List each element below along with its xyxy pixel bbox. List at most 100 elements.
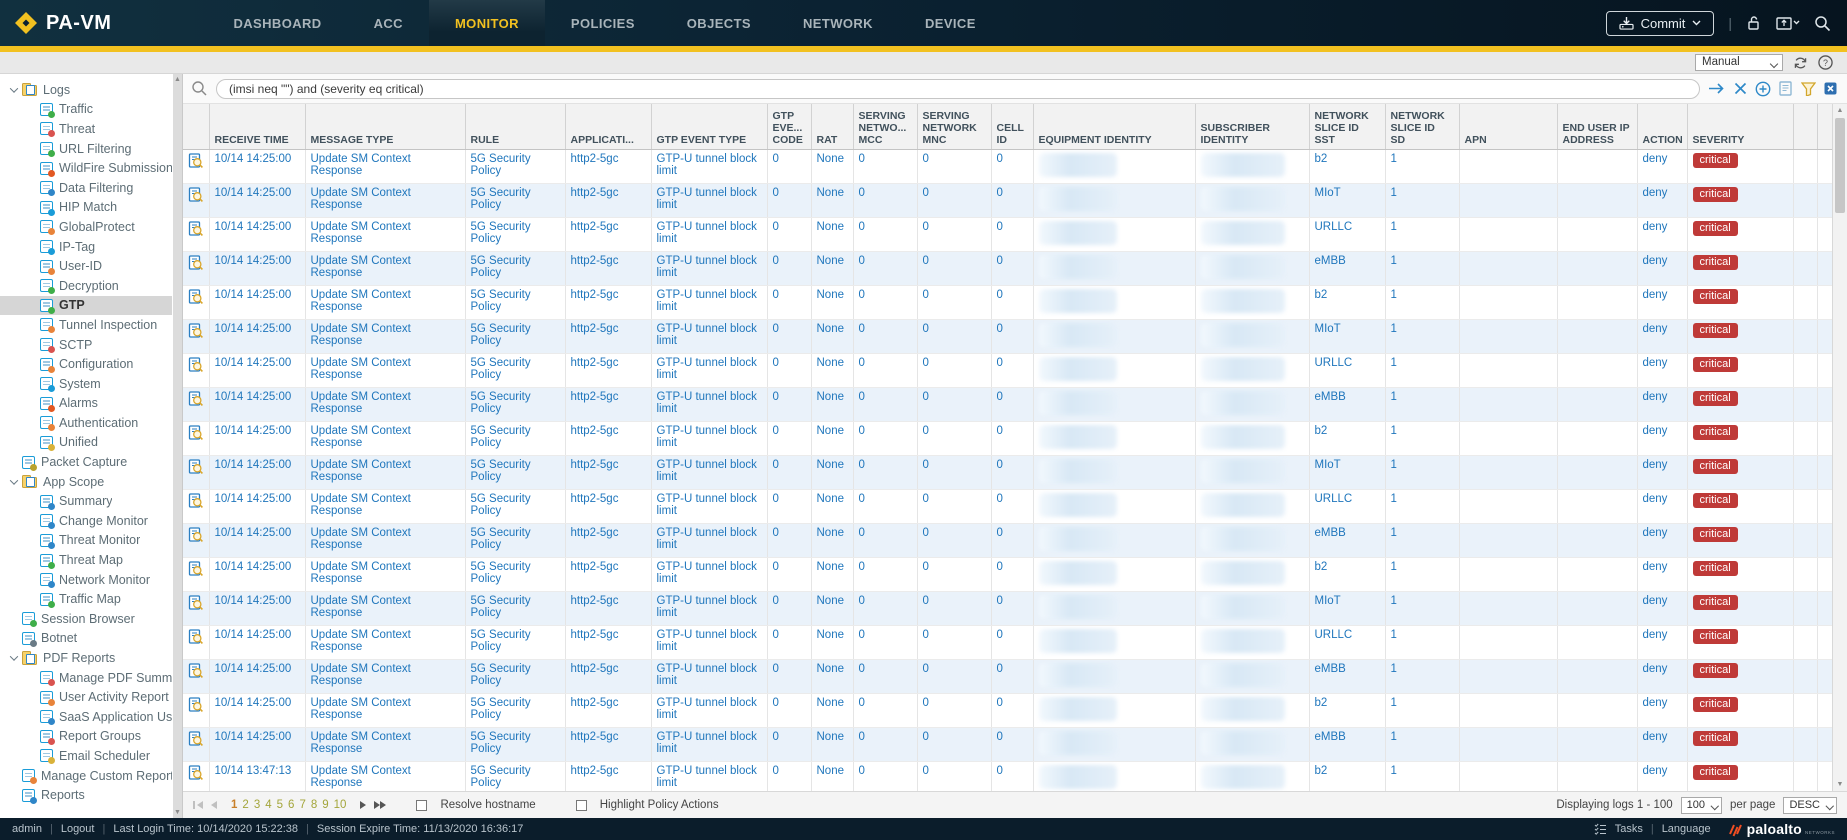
tree-caret-icon[interactable] [6, 655, 22, 661]
refresh-mode-select[interactable]: Manual [1695, 54, 1783, 71]
cell-action[interactable]: deny [1637, 149, 1687, 183]
col-header-equipment-identity[interactable]: EQUIPMENT IDENTITY [1033, 104, 1195, 149]
cell-cell-id[interactable]: 0 [991, 455, 1033, 489]
sidebar-item-system[interactable]: System [0, 374, 172, 394]
page-link-5[interactable]: 5 [277, 799, 283, 811]
cell-application[interactable]: http2-5gc [565, 387, 651, 421]
log-detail-icon[interactable] [183, 421, 209, 455]
cell-cell-id[interactable]: 0 [991, 523, 1033, 557]
page-link-1[interactable]: 1 [231, 799, 237, 811]
sidebar-item-data-filtering[interactable]: Data Filtering [0, 178, 172, 198]
log-detail-icon[interactable] [183, 455, 209, 489]
sidebar-item-threat-monitor[interactable]: Threat Monitor [0, 531, 172, 551]
log-detail-icon[interactable] [183, 591, 209, 625]
cell-rat[interactable]: None [811, 761, 853, 791]
cell-action[interactable]: deny [1637, 727, 1687, 761]
cell-rat[interactable]: None [811, 353, 853, 387]
severity-badge[interactable]: critical [1693, 459, 1738, 474]
cell-action[interactable]: deny [1637, 659, 1687, 693]
severity-badge[interactable]: critical [1693, 323, 1738, 338]
sidebar-item-logs[interactable]: Logs [0, 80, 172, 100]
cell-network-slice-id-sst[interactable]: b2 [1309, 693, 1385, 727]
cell-serving-network-mnc[interactable]: 0 [917, 251, 991, 285]
log-detail-icon[interactable] [183, 557, 209, 591]
cell-gtp-event-type[interactable]: GTP-U tunnel block limit [651, 285, 767, 319]
cell-rat[interactable]: None [811, 251, 853, 285]
cell-serving-network-mnc[interactable]: 0 [917, 421, 991, 455]
cell-action[interactable]: deny [1637, 183, 1687, 217]
col-header-gtp-event-type[interactable]: GTP EVENT TYPE [651, 104, 767, 149]
log-detail-icon[interactable] [183, 285, 209, 319]
cell-network-slice-id-sst[interactable]: eMBB [1309, 659, 1385, 693]
cell-serving-network-mcc[interactable]: 0 [853, 693, 917, 727]
apply-filter-icon[interactable] [1708, 82, 1726, 95]
cell-rat[interactable]: None [811, 149, 853, 183]
log-detail-icon[interactable] [183, 625, 209, 659]
log-detail-icon[interactable] [183, 217, 209, 251]
add-filter-icon[interactable] [1755, 81, 1771, 97]
sidebar-item-manage-pdf-summary[interactable]: Manage PDF Summary [0, 668, 172, 688]
severity-badge[interactable]: critical [1693, 765, 1738, 780]
cell-gtp-event-code[interactable]: 0 [767, 353, 811, 387]
sidebar-item-sctp[interactable]: SCTP [0, 335, 172, 355]
page-link-10[interactable]: 10 [334, 799, 347, 811]
severity-badge[interactable]: critical [1693, 595, 1738, 610]
cell-serving-network-mnc[interactable]: 0 [917, 489, 991, 523]
cell-serving-network-mcc[interactable]: 0 [853, 557, 917, 591]
cell-cell-id[interactable]: 0 [991, 319, 1033, 353]
cell-network-slice-id-sst[interactable]: URLLC [1309, 353, 1385, 387]
log-detail-icon[interactable] [183, 659, 209, 693]
cell-rule[interactable]: 5G Security Policy [465, 217, 565, 251]
cell-network-slice-id-sd[interactable]: 1 [1385, 523, 1459, 557]
cell-gtp-event-code[interactable]: 0 [767, 251, 811, 285]
cell-network-slice-id-sd[interactable]: 1 [1385, 217, 1459, 251]
sidebar-item-threat-map[interactable]: Threat Map [0, 550, 172, 570]
cell-message-type[interactable]: Update SM Context Response [305, 421, 465, 455]
severity-badge[interactable]: critical [1693, 425, 1738, 440]
cell-gtp-event-code[interactable]: 0 [767, 489, 811, 523]
severity-badge[interactable]: critical [1693, 629, 1738, 644]
cell-rule[interactable]: 5G Security Policy [465, 557, 565, 591]
cell-network-slice-id-sd[interactable]: 1 [1385, 251, 1459, 285]
cell-rule[interactable]: 5G Security Policy [465, 353, 565, 387]
cell-action[interactable]: deny [1637, 455, 1687, 489]
cell-network-slice-id-sd[interactable]: 1 [1385, 285, 1459, 319]
help-icon[interactable]: ? [1818, 55, 1833, 70]
log-detail-icon[interactable] [183, 761, 209, 791]
cell-cell-id[interactable]: 0 [991, 149, 1033, 183]
cell-rule[interactable]: 5G Security Policy [465, 591, 565, 625]
prev-page-button[interactable] [211, 801, 217, 809]
cell-application[interactable]: http2-5gc [565, 421, 651, 455]
cell-gtp-event-code[interactable]: 0 [767, 387, 811, 421]
col-header-action[interactable]: ACTION [1637, 104, 1687, 149]
cell-receive-time[interactable]: 10/14 14:25:00 [209, 591, 305, 625]
cell-gtp-event-code[interactable]: 0 [767, 693, 811, 727]
sidebar-item-user-id[interactable]: User-ID [0, 256, 172, 276]
cell-rat[interactable]: None [811, 421, 853, 455]
cell-message-type[interactable]: Update SM Context Response [305, 761, 465, 791]
sidebar-item-network-monitor[interactable]: Network Monitor [0, 570, 172, 590]
cell-rule[interactable]: 5G Security Policy [465, 285, 565, 319]
cell-gtp-event-type[interactable]: GTP-U tunnel block limit [651, 183, 767, 217]
cell-receive-time[interactable]: 10/14 14:25:00 [209, 455, 305, 489]
cell-serving-network-mnc[interactable]: 0 [917, 693, 991, 727]
nav-tab-objects[interactable]: OBJECTS [661, 0, 777, 46]
cell-network-slice-id-sst[interactable]: MIoT [1309, 591, 1385, 625]
cell-serving-network-mnc[interactable]: 0 [917, 149, 991, 183]
resolve-hostname-checkbox[interactable] [416, 800, 427, 811]
cell-gtp-event-type[interactable]: GTP-U tunnel block limit [651, 659, 767, 693]
cell-action[interactable]: deny [1637, 523, 1687, 557]
cell-receive-time[interactable]: 10/14 14:25:00 [209, 353, 305, 387]
cell-rule[interactable]: 5G Security Policy [465, 421, 565, 455]
cell-cell-id[interactable]: 0 [991, 217, 1033, 251]
col-header-network-slice-id-sd[interactable]: NETWORKSLICE IDSD [1385, 104, 1459, 149]
col-header-serving-network-mcc[interactable]: SERVINGNETWO...MCC [853, 104, 917, 149]
cell-gtp-event-type[interactable]: GTP-U tunnel block limit [651, 455, 767, 489]
cell-gtp-event-code[interactable]: 0 [767, 183, 811, 217]
col-header-receive-time[interactable]: RECEIVE TIME [209, 104, 305, 149]
sidebar-item-decryption[interactable]: Decryption [0, 276, 172, 296]
cell-network-slice-id-sd[interactable]: 1 [1385, 319, 1459, 353]
col-header-application[interactable]: APPLICATI... [565, 104, 651, 149]
cell-rat[interactable]: None [811, 557, 853, 591]
cell-message-type[interactable]: Update SM Context Response [305, 251, 465, 285]
